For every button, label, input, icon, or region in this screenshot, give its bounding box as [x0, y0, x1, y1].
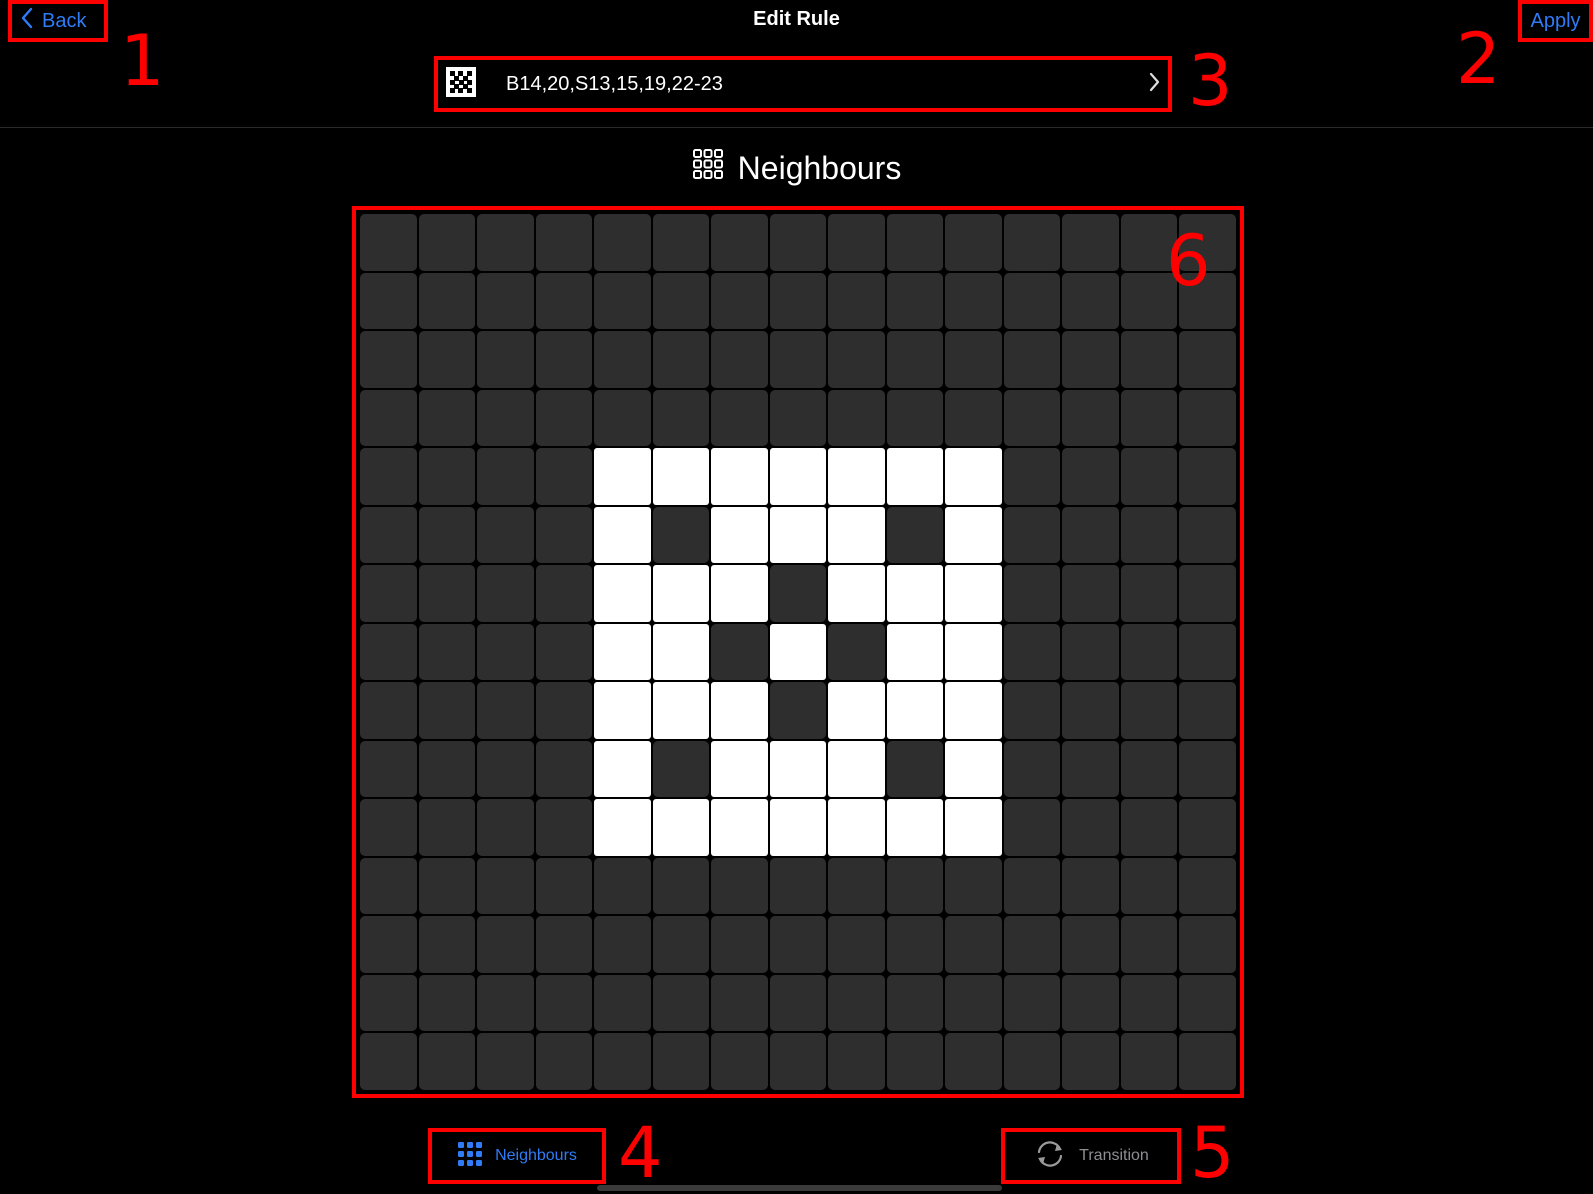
- annotation-number-3: 3: [1188, 40, 1233, 122]
- page-title: Edit Rule: [753, 8, 840, 30]
- annotation-box-apply: [1518, 0, 1593, 42]
- annotation-number-4: 4: [618, 1112, 663, 1194]
- annotation-number-2: 2: [1456, 18, 1501, 100]
- annotation-box-grid: [352, 206, 1244, 1098]
- section-header: Neighbours: [0, 148, 1593, 188]
- annotation-number-5: 5: [1190, 1112, 1235, 1194]
- grid-icon: [692, 148, 724, 188]
- annotation-box-rule: [434, 56, 1172, 112]
- annotation-box-tab-neighbours: [428, 1128, 606, 1184]
- home-indicator: [597, 1185, 1002, 1191]
- annotation-number-1: 1: [120, 20, 165, 102]
- section-title: Neighbours: [737, 149, 902, 186]
- annotation-number-6: 6: [1166, 220, 1211, 302]
- annotation-box-tab-transition: [1001, 1128, 1181, 1184]
- divider: [0, 127, 1593, 128]
